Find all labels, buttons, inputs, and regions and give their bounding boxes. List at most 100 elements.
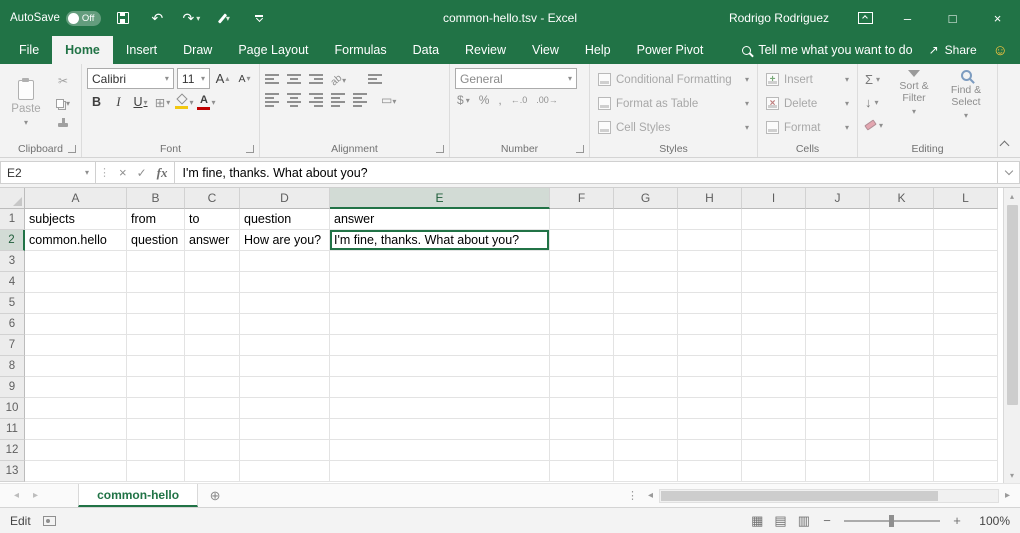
cell-j7[interactable] (806, 335, 870, 356)
cell-j12[interactable] (806, 440, 870, 461)
merge-center-button[interactable]: ▭▾ (381, 93, 396, 107)
cell-i12[interactable] (742, 440, 806, 461)
cell-l4[interactable] (934, 272, 998, 293)
cell-b5[interactable] (127, 293, 185, 314)
font-dialog-launcher[interactable] (246, 145, 254, 153)
row-header-9[interactable]: 9 (0, 377, 25, 398)
cell-j3[interactable] (806, 251, 870, 272)
cell-a2[interactable]: common.hello (25, 230, 127, 251)
tab-data[interactable]: Data (400, 36, 452, 64)
cell-h3[interactable] (678, 251, 742, 272)
zoom-slider[interactable] (844, 520, 940, 522)
cell-f11[interactable] (550, 419, 614, 440)
percent-style-button[interactable]: % (479, 93, 490, 107)
feedback-smiley-icon[interactable]: ☺ (993, 42, 1008, 59)
cell-b12[interactable] (127, 440, 185, 461)
cell-i11[interactable] (742, 419, 806, 440)
cell-e7[interactable] (330, 335, 550, 356)
font-size-combobox[interactable]: 11▾ (177, 68, 210, 89)
cell-g3[interactable] (614, 251, 678, 272)
ink-pen-button[interactable]: ▾ (213, 5, 237, 31)
cell-e8[interactable] (330, 356, 550, 377)
comma-style-button[interactable]: , (498, 93, 501, 107)
cell-d12[interactable] (240, 440, 330, 461)
formula-bar-splitter[interactable]: ⋮ (96, 161, 113, 184)
borders-button[interactable]: ⊞▾ (153, 92, 172, 112)
cell-c4[interactable] (185, 272, 240, 293)
cell-l12[interactable] (934, 440, 998, 461)
align-center-button[interactable] (287, 93, 301, 107)
row-header-2[interactable]: 2 (0, 230, 25, 251)
cell-j2[interactable] (806, 230, 870, 251)
cell-g11[interactable] (614, 419, 678, 440)
cell-f1[interactable] (550, 209, 614, 230)
cell-b6[interactable] (127, 314, 185, 335)
cell-e6[interactable] (330, 314, 550, 335)
cell-a4[interactable] (25, 272, 127, 293)
cell-c9[interactable] (185, 377, 240, 398)
cell-g13[interactable] (614, 461, 678, 482)
redo-button[interactable]: ↷▾ (179, 5, 203, 31)
cell-l2[interactable] (934, 230, 998, 251)
cell-e3[interactable] (330, 251, 550, 272)
row-header-11[interactable]: 11 (0, 419, 25, 440)
cell-h13[interactable] (678, 461, 742, 482)
cell-h6[interactable] (678, 314, 742, 335)
tab-help[interactable]: Help (572, 36, 624, 64)
tab-insert[interactable]: Insert (113, 36, 170, 64)
orientation-button[interactable]: ab▾ (331, 72, 346, 86)
cell-a5[interactable] (25, 293, 127, 314)
column-header-g[interactable]: G (614, 188, 678, 209)
conditional-formatting-button[interactable]: Conditional Formatting▾ (595, 69, 752, 90)
cell-h2[interactable] (678, 230, 742, 251)
new-sheet-button[interactable]: ⊕ (198, 484, 232, 507)
tab-power-pivot[interactable]: Power Pivot (624, 36, 717, 64)
align-left-button[interactable] (265, 93, 279, 107)
cell-a1[interactable]: subjects (25, 209, 127, 230)
cell-l13[interactable] (934, 461, 998, 482)
cell-a10[interactable] (25, 398, 127, 419)
cell-styles-button[interactable]: Cell Styles▾ (595, 117, 752, 138)
normal-view-button[interactable]: ▦ (751, 513, 763, 529)
cell-l11[interactable] (934, 419, 998, 440)
cell-c7[interactable] (185, 335, 240, 356)
format-cells-button[interactable]: Format▾ (763, 117, 852, 138)
cell-g12[interactable] (614, 440, 678, 461)
cell-f4[interactable] (550, 272, 614, 293)
cell-e4[interactable] (330, 272, 550, 293)
cell-f8[interactable] (550, 356, 614, 377)
font-name-combobox[interactable]: Calibri▾ (87, 68, 174, 89)
cell-g7[interactable] (614, 335, 678, 356)
cell-e2[interactable]: I'm fine, thanks. What about you? (330, 230, 550, 251)
cell-f5[interactable] (550, 293, 614, 314)
cell-c13[interactable] (185, 461, 240, 482)
cell-k1[interactable] (870, 209, 934, 230)
cell-h4[interactable] (678, 272, 742, 293)
column-header-k[interactable]: K (870, 188, 934, 209)
cell-h9[interactable] (678, 377, 742, 398)
horizontal-scroll-thumb[interactable] (661, 491, 938, 501)
cell-k13[interactable] (870, 461, 934, 482)
vertical-scroll-track[interactable] (1004, 204, 1020, 467)
horizontal-scrollbar[interactable]: ◂ ▸ (642, 484, 1020, 507)
enter-button[interactable]: ✓ (137, 166, 147, 180)
maximize-button[interactable]: □ (930, 0, 975, 36)
scroll-left-button[interactable]: ◂ (642, 490, 659, 501)
insert-function-button[interactable]: fx (157, 165, 168, 181)
cell-k7[interactable] (870, 335, 934, 356)
align-top-button[interactable] (265, 74, 279, 84)
cell-i13[interactable] (742, 461, 806, 482)
font-color-button[interactable]: A▾ (197, 92, 216, 112)
cell-l3[interactable] (934, 251, 998, 272)
cell-c12[interactable] (185, 440, 240, 461)
cell-l10[interactable] (934, 398, 998, 419)
page-layout-view-button[interactable]: ▤ (774, 513, 786, 529)
cell-j1[interactable] (806, 209, 870, 230)
cell-a7[interactable] (25, 335, 127, 356)
align-right-button[interactable] (309, 93, 323, 107)
cell-j8[interactable] (806, 356, 870, 377)
column-header-i[interactable]: I (742, 188, 806, 209)
find-select-button[interactable]: Find & Select ▾ (943, 67, 989, 140)
tab-draw[interactable]: Draw (170, 36, 225, 64)
cell-b10[interactable] (127, 398, 185, 419)
